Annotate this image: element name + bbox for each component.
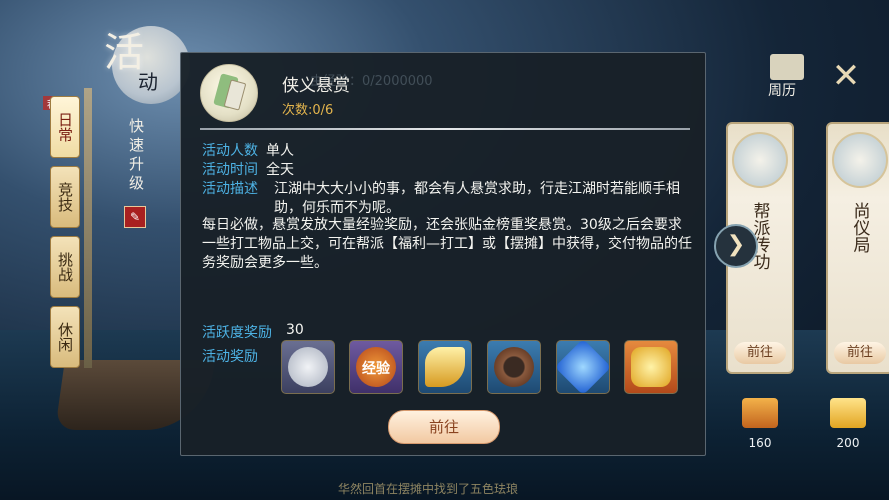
- activity-count: 次数:0/6: [282, 103, 334, 118]
- blue-gem-icon[interactable]: [556, 340, 610, 394]
- people-value: 单人: [266, 143, 294, 159]
- reward-label: 活动奖励: [202, 349, 258, 365]
- experience-text: 经验: [362, 361, 390, 377]
- scroll-icon: [200, 64, 258, 122]
- tab-competitive[interactable]: 竞技: [50, 166, 80, 228]
- active-reward-label: 活跃度奖励: [202, 325, 272, 341]
- banner-pole: [84, 88, 92, 368]
- time-row: 活动时间 全天: [202, 161, 294, 180]
- card-avatar: [832, 132, 888, 188]
- active-reward-value: 30: [286, 322, 304, 338]
- time-label: 活动时间: [202, 162, 258, 178]
- brush-icon[interactable]: ✎: [124, 206, 146, 228]
- gift-box-icon[interactable]: [830, 398, 866, 428]
- next-arrow-icon[interactable]: ❯: [714, 224, 758, 268]
- divider: [200, 128, 690, 130]
- card-go-button[interactable]: 前往: [834, 342, 886, 364]
- system-ticker: 华然回首在摆摊中找到了五色珐琅: [338, 482, 519, 496]
- tab-daily[interactable]: 日常: [50, 96, 80, 158]
- people-label: 活动人数: [202, 143, 258, 159]
- activity-title: 侠义悬赏: [282, 76, 350, 96]
- desc-row: 活动描述: [202, 180, 266, 199]
- card-avatar: [732, 132, 788, 188]
- time-value: 全天: [266, 162, 294, 178]
- gift-threshold: 160: [748, 436, 772, 450]
- gift-box-icon[interactable]: [742, 398, 778, 428]
- desc-text-more: 每日必做，悬赏发放大量经验奖励，还会张贴金榜重奖悬赏。30级之后会要求一些打工物…: [202, 217, 692, 271]
- card-title: 尚仪局: [849, 202, 870, 253]
- gift-threshold: 200: [836, 436, 860, 450]
- tab-challenge[interactable]: 挑战: [50, 236, 80, 298]
- experience-icon[interactable]: 经验: [349, 340, 403, 394]
- silver-coin-icon[interactable]: [281, 340, 335, 394]
- calendar-icon[interactable]: [770, 54, 804, 80]
- desc-label: 活动描述: [202, 181, 258, 197]
- go-button[interactable]: 前往: [388, 410, 500, 444]
- activity-card[interactable]: 尚仪局 前往: [826, 122, 889, 374]
- close-icon[interactable]: ✕: [826, 56, 866, 96]
- calendar-label[interactable]: 周历: [768, 80, 796, 100]
- card-go-button[interactable]: 前往: [734, 342, 786, 364]
- gold-ingot-icon[interactable]: [624, 340, 678, 394]
- rope-coil-icon[interactable]: [487, 340, 541, 394]
- people-row: 活动人数 单人: [202, 142, 294, 161]
- tab-leisure[interactable]: 休闲: [50, 306, 80, 368]
- desc-text: 江湖中大大小小的事，都会有人悬赏求助，行走江湖时若能顺手相助，何乐而不为呢。: [274, 181, 680, 216]
- golden-fang-icon[interactable]: [418, 340, 472, 394]
- category-tabs: 日常 竞技 挑战 休闲: [50, 96, 80, 376]
- activity-title-char-small: 动: [138, 70, 158, 94]
- quick-upgrade-label[interactable]: 快速升级: [126, 118, 147, 194]
